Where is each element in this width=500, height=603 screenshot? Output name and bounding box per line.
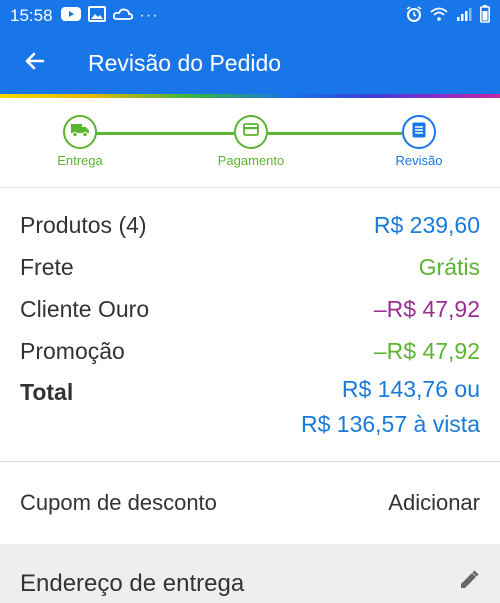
back-button[interactable] [0, 32, 70, 94]
shipping-value: Grátis [418, 254, 480, 280]
total-label: Total [20, 379, 74, 405]
app-bar: Revisão do Pedido [0, 32, 500, 94]
coupon-label: Cupom de desconto [20, 490, 217, 515]
step-pagamento[interactable] [234, 115, 268, 149]
gold-client-value: –R$ 47,92 [373, 296, 480, 322]
arrow-left-icon [23, 49, 47, 78]
alarm-icon [406, 5, 422, 27]
truck-icon [71, 123, 89, 142]
summary-row-products: Produtos (4) R$ 239,60 [20, 212, 480, 239]
page-title: Revisão do Pedido [88, 49, 282, 76]
summary-row-gold: Cliente Ouro –R$ 47,92 [20, 296, 480, 323]
total-value-cash: R$ 136,57 à vista [300, 411, 480, 437]
coupon-row[interactable]: Cupom de desconto Adicionar [0, 462, 500, 544]
section-divider [0, 544, 500, 564]
cloud-icon [112, 7, 133, 26]
youtube-icon [60, 6, 81, 26]
step-label-entrega: Entrega [57, 153, 103, 168]
card-icon [243, 123, 259, 141]
step-revisao[interactable] [402, 115, 436, 149]
delivery-address-section: Endereço de entrega [0, 564, 500, 603]
gallery-icon [87, 5, 106, 27]
shipping-label: Frete [20, 254, 74, 280]
total-value: R$ 143,76 ou R$ 136,57 à vista [301, 372, 480, 442]
promo-label: Promoção [20, 338, 125, 364]
products-label: Produtos (4) [20, 212, 147, 238]
products-value: R$ 239,60 [373, 212, 480, 238]
step-label-pagamento: Pagamento [217, 153, 285, 168]
summary-row-promo: Promoção –R$ 47,92 [20, 338, 480, 365]
promo-value: –R$ 47,92 [373, 338, 480, 364]
status-time: 15:58 [10, 6, 53, 25]
summary-row-shipping: Frete Grátis [20, 254, 480, 281]
total-value-installment: R$ 143,76 ou [341, 376, 480, 402]
checkout-stepper: Entrega Pagamento Revisão [0, 98, 500, 188]
more-dots-icon: ··· [139, 7, 159, 24]
battery-icon [480, 4, 490, 28]
gold-client-label: Cliente Ouro [20, 296, 150, 322]
step-entrega[interactable] [63, 115, 97, 149]
edit-address-button[interactable] [458, 569, 480, 598]
step-connector [96, 132, 234, 135]
address-label: Endereço de entrega [20, 569, 245, 597]
add-coupon-button[interactable]: Adicionar [388, 490, 480, 516]
wifi-icon [430, 7, 448, 26]
status-bar: 15:58 ··· [0, 0, 500, 32]
step-connector [268, 132, 402, 135]
signal-icon [456, 7, 472, 26]
order-summary: Produtos (4) R$ 239,60 Frete Grátis Clie… [0, 188, 500, 462]
list-icon [412, 122, 426, 143]
summary-row-total: Total R$ 143,76 ou R$ 136,57 à vista [20, 376, 480, 442]
step-label-revisao: Revisão [395, 153, 443, 168]
pencil-icon [458, 570, 480, 597]
